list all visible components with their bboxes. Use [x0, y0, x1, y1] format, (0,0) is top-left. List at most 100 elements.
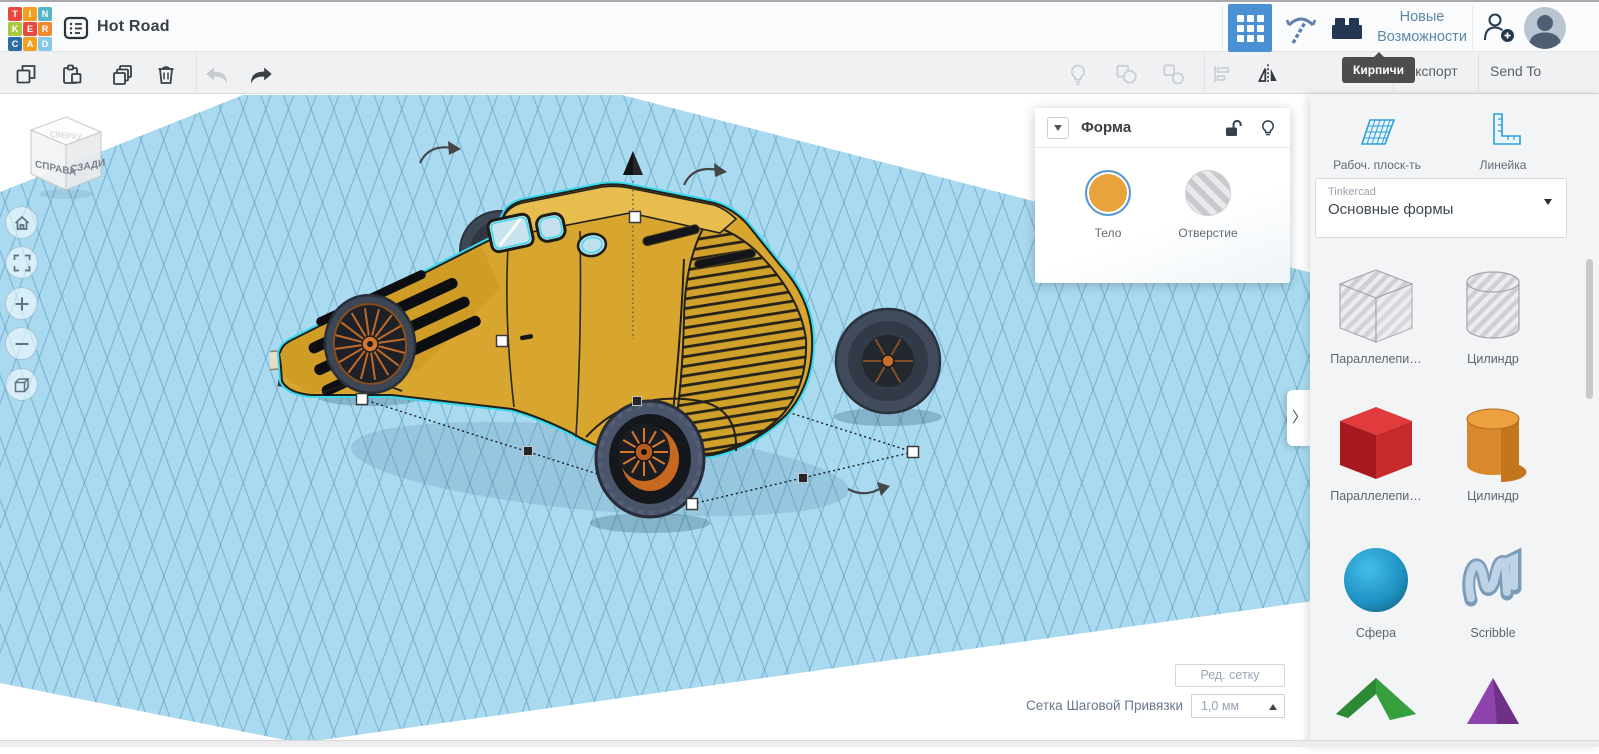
- shape-panel-title: Форма: [1081, 119, 1222, 136]
- shape-item-label: Сфера: [1318, 626, 1434, 640]
- ungroup-button[interactable]: [1159, 60, 1187, 88]
- home-view-button[interactable]: [5, 206, 38, 239]
- design-properties-icon[interactable]: [62, 14, 90, 42]
- shape-item-label: Параллелепи…: [1318, 352, 1434, 366]
- edge-scale-handle[interactable]: [524, 447, 533, 456]
- library-name: Основные формы: [1328, 201, 1554, 218]
- view-cube[interactable]: СПРАВА СЗАДИ СВЕРХУ: [16, 106, 116, 206]
- duplicate-icon: [110, 62, 135, 87]
- ruler-tool[interactable]: Линейка: [1438, 108, 1568, 172]
- invite-collaborator-button[interactable]: [1480, 10, 1520, 46]
- perspective-toggle-button[interactable]: [5, 368, 38, 401]
- ruler-icon: [1480, 108, 1526, 154]
- logo-tile: K: [8, 22, 22, 36]
- solid-label: Тело: [1058, 226, 1158, 240]
- separator: [1204, 54, 1205, 92]
- brick-export-button[interactable]: [1330, 13, 1364, 43]
- horizontal-scrollbar[interactable]: [0, 740, 1599, 747]
- lightbulb-icon[interactable]: [1258, 117, 1278, 139]
- unlock-icon[interactable]: [1222, 117, 1244, 139]
- edge-scale-handle[interactable]: [799, 474, 808, 483]
- separator: [1222, 6, 1223, 50]
- collapse-panel-button[interactable]: [1047, 117, 1069, 139]
- logo-tile: D: [38, 37, 52, 51]
- user-avatar[interactable]: [1524, 7, 1566, 49]
- shape-item-cylinder-hole[interactable]: Цилиндр: [1435, 264, 1551, 366]
- shape-item-sphere[interactable]: Сфера: [1318, 538, 1434, 640]
- minecraft-export-button[interactable]: [1282, 10, 1320, 48]
- snap-grid-label: Сетка Шаговой Привязки: [955, 698, 1183, 713]
- ruler-tool-label: Линейка: [1438, 158, 1568, 172]
- logo-tile: T: [8, 7, 22, 21]
- hole-label: Отверстие: [1158, 226, 1258, 240]
- mirror-button[interactable]: [1254, 60, 1282, 88]
- redo-icon: [249, 61, 275, 87]
- sidebar-scrollbar[interactable]: [1586, 259, 1593, 399]
- solid-swatch[interactable]: [1085, 170, 1131, 216]
- library-select[interactable]: Tinkercad Основные формы: [1315, 178, 1567, 238]
- delete-button[interactable]: [152, 60, 180, 88]
- grid-icon: [1237, 15, 1264, 42]
- raise-handle[interactable]: [623, 151, 643, 175]
- shape-item-box-hole[interactable]: Параллелепи…: [1318, 264, 1434, 366]
- undo-icon: [203, 61, 229, 87]
- shape-panel-header: Форма: [1035, 108, 1290, 148]
- sidebar-collapse-tab[interactable]: 〉: [1287, 390, 1312, 446]
- far-rear-wheel: [836, 309, 940, 413]
- light-toggle-button[interactable]: [1064, 60, 1092, 88]
- undo-button[interactable]: [202, 60, 230, 88]
- chevron-down-icon: [1054, 125, 1062, 131]
- whats-new-line1: Новые: [1372, 7, 1472, 27]
- top-scale-handle[interactable]: [630, 212, 641, 223]
- duplicate-button[interactable]: [108, 60, 136, 88]
- library-source: Tinkercad: [1328, 186, 1554, 198]
- zoom-out-button[interactable]: [5, 327, 38, 360]
- logo-tile: A: [23, 37, 37, 51]
- person-add-icon: [1480, 10, 1520, 46]
- avatar-silhouette-icon: [1524, 7, 1566, 49]
- edit-grid-button[interactable]: Ред. сетку: [1175, 664, 1285, 687]
- tinkercad-logo[interactable]: TINKERCAD: [8, 7, 54, 51]
- edge-scale-handle[interactable]: [633, 397, 642, 406]
- fit-view-button[interactable]: [5, 246, 38, 279]
- whats-new-link[interactable]: Новые Возможности: [1372, 7, 1472, 47]
- corner-scale-handle[interactable]: [908, 447, 919, 458]
- corner-scale-handle[interactable]: [357, 394, 368, 405]
- logo-tile: N: [38, 7, 52, 21]
- separator: [1478, 54, 1479, 92]
- group-button[interactable]: [1112, 60, 1140, 88]
- logo-tile: C: [8, 37, 22, 51]
- shape-library-sidebar: Рабоч. плоск-ть Линейка Tinkercad Основн…: [1310, 94, 1599, 747]
- shape-item-label: Цилиндр: [1435, 489, 1551, 503]
- plus-icon: [13, 295, 31, 313]
- brick-icon: [1330, 13, 1364, 43]
- copy-button[interactable]: [12, 60, 40, 88]
- chevron-up-icon: [1269, 704, 1277, 710]
- snap-grid-select[interactable]: 1,0 мм: [1191, 694, 1285, 718]
- document-title[interactable]: Hot Road: [97, 18, 170, 36]
- shape-item-box[interactable]: Параллелепи…: [1318, 401, 1434, 503]
- zoom-in-button[interactable]: [5, 287, 38, 320]
- logo-tile: E: [23, 22, 37, 36]
- redo-button[interactable]: [248, 60, 276, 88]
- paste-button[interactable]: [58, 60, 86, 88]
- corner-scale-handle[interactable]: [687, 499, 698, 510]
- workplane-tool[interactable]: Рабоч. плоск-ть: [1312, 108, 1442, 172]
- hole-swatch[interactable]: [1185, 170, 1231, 216]
- shape-item-label: Цилиндр: [1435, 352, 1551, 366]
- group-icon: [1113, 61, 1139, 87]
- shape-item-label: Scribble: [1435, 626, 1551, 640]
- shape-item-cylinder[interactable]: Цилиндр: [1435, 401, 1551, 503]
- logo-tile: R: [38, 22, 52, 36]
- blocks-view-button[interactable]: [1228, 4, 1272, 52]
- shape-gallery: Параллелепи… Цилиндр Параллелепи…: [1310, 244, 1599, 747]
- align-button[interactable]: [1208, 60, 1236, 88]
- shape-item-scribble[interactable]: Scribble: [1435, 538, 1551, 640]
- send-to-button[interactable]: Send To: [1490, 63, 1541, 79]
- shape-item-label: Параллелепи…: [1318, 489, 1434, 503]
- separator: [196, 54, 197, 92]
- fit-view-icon: [13, 254, 31, 272]
- hot-rod-model[interactable]: [270, 139, 950, 539]
- side-scale-handle[interactable]: [497, 336, 508, 347]
- trash-icon: [154, 62, 178, 86]
